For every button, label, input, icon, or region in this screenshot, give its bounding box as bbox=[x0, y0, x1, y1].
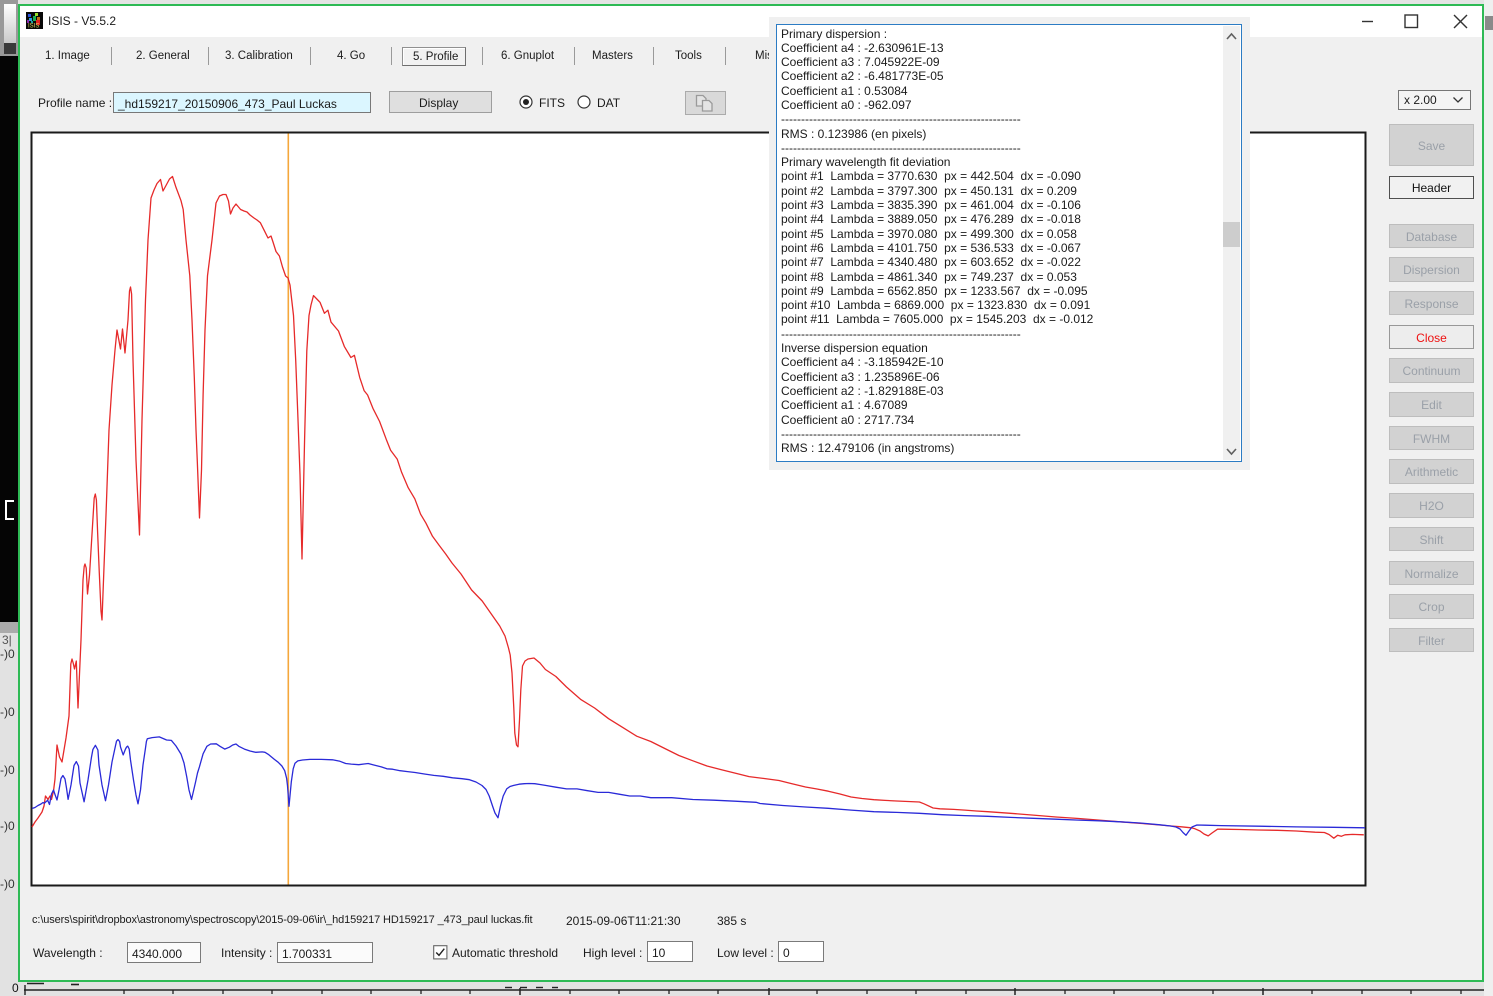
svg-text:0: 0 bbox=[12, 982, 19, 995]
svg-text:ISIS: ISIS bbox=[28, 24, 39, 30]
